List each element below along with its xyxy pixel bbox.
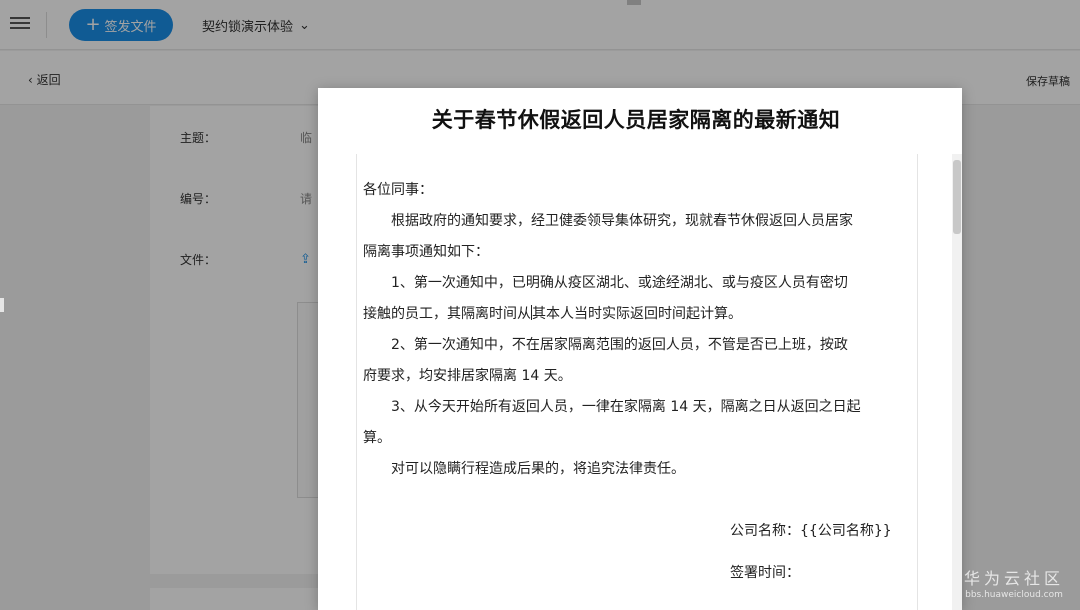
item-1-text-after-cursor: 其本人当时实际返回时间起计算。 xyxy=(532,306,742,322)
intro-line: 隔离事项通知如下： xyxy=(363,244,489,260)
item-3-line: 3、从今天开始所有返回人员，一律在家隔离 14 天，隔离之日从返回之日起 xyxy=(391,399,861,415)
sign-time-line: 签署时间： xyxy=(730,565,800,581)
document-preview-modal: 关于春节休假返回人员居家隔离的最新通知 各位同事： 根据政府的通知要求，经卫健委… xyxy=(318,88,962,610)
scrollbar-track[interactable] xyxy=(952,154,962,610)
watermark-title: 华为云社区 xyxy=(963,569,1064,588)
item-3-line: 算。 xyxy=(363,430,391,446)
item-1-text-before-cursor: 接触的员工，其隔离时间从 xyxy=(363,306,531,322)
scrollbar-thumb[interactable] xyxy=(953,160,961,234)
greeting: 各位同事： xyxy=(363,182,433,198)
document-title: 关于春节休假返回人员居家隔离的最新通知 xyxy=(431,107,841,132)
item-1-line: 接触的员工，其隔离时间从其本人当时实际返回时间起计算。 xyxy=(363,299,911,330)
watermark-url: bbs.huaweicloud.com xyxy=(965,590,1063,600)
item-2-line: 2、第一次通知中，不在居家隔离范围的返回人员，不管是否已上班，按政 xyxy=(391,337,848,353)
company-name-line: 公司名称：{{公司名称}} xyxy=(730,523,892,539)
closing-line: 对可以隐瞒行程造成后果的，将追究法律责任。 xyxy=(391,461,685,477)
item-1-line: 1、第一次通知中，已明确从疫区湖北、或途经湖北、或与疫区人员有密切 xyxy=(391,275,848,291)
watermark: 华为云社区 bbs.huaweicloud.com xyxy=(958,569,1070,601)
item-2-line: 府要求，均安排居家隔离 14 天。 xyxy=(363,368,572,384)
document-body[interactable]: 各位同事： 根据政府的通知要求，经卫健委领导集体研究，现就春节休假返回人员居家 … xyxy=(363,175,911,589)
intro-line: 根据政府的通知要求，经卫健委领导集体研究，现就春节休假返回人员居家 xyxy=(391,213,853,229)
document-page: 各位同事： 根据政府的通知要求，经卫健委领导集体研究，现就春节休假返回人员居家 … xyxy=(356,154,918,610)
left-handle xyxy=(0,298,4,312)
